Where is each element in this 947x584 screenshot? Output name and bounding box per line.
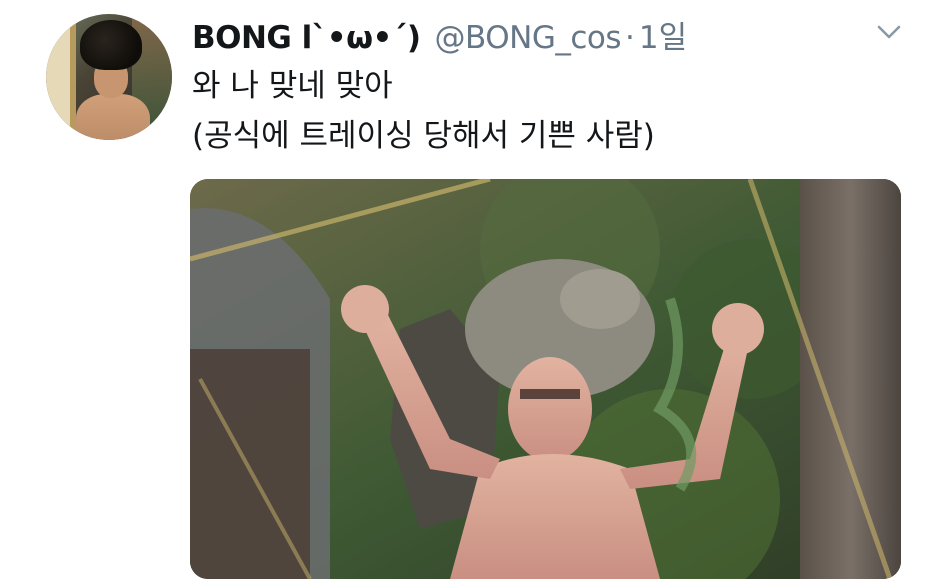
tweet-header: BONG l`•ω•´) @BONG_cos · 1일 (192, 12, 687, 56)
author-name[interactable]: BONG l`•ω•´) (192, 20, 421, 56)
tweet-text-line-1: 와 나 맞네 맞아 (192, 68, 393, 104)
avatar-hair (80, 20, 142, 70)
separator-dot: · (625, 20, 635, 56)
tweet[interactable]: BONG l`•ω•´) @BONG_cos · 1일 와 나 맞네 맞아 (공… (0, 0, 947, 584)
photo-illustration (190, 179, 901, 579)
tweet-timestamp[interactable]: 1일 (639, 12, 687, 57)
avatar-torso (76, 94, 150, 140)
author-avatar[interactable] (46, 14, 172, 140)
author-handle[interactable]: @BONG_cos (435, 20, 622, 56)
chevron-down-icon[interactable] (874, 20, 904, 44)
tweet-media-photo[interactable] (190, 179, 901, 579)
tweet-text-line-2: (공식에 트레이싱 당해서 기쁜 사람) (192, 118, 655, 154)
